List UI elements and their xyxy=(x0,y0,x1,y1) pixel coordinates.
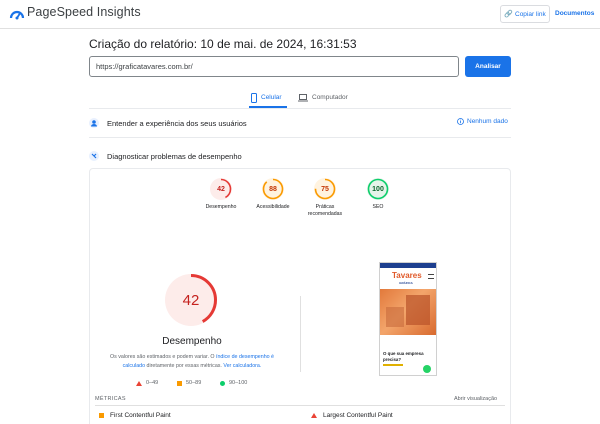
legend-poor-label: 0–49 xyxy=(146,380,159,386)
performance-title: Desempenho xyxy=(162,336,222,347)
whatsapp-icon xyxy=(423,365,431,373)
preview-top-strip xyxy=(380,263,436,268)
average-square-icon xyxy=(99,413,104,418)
users-experience-icon xyxy=(89,118,99,128)
score-value: 88 xyxy=(269,185,277,193)
app-title[interactable]: PageSpeed Insights xyxy=(27,5,141,19)
preview-hero-image xyxy=(380,289,436,335)
hamburger-menu-icon xyxy=(428,274,434,279)
copy-link-label: Copiar link xyxy=(515,10,546,18)
score-ring: 88 xyxy=(262,178,284,200)
url-input[interactable]: https://graficatavares.com.br/ xyxy=(89,56,459,77)
experience-section-header: Entender a experiência dos seus usuários xyxy=(89,114,511,132)
score-gauge-best-practices[interactable]: 75 Práticas recomendadas xyxy=(300,178,350,218)
score-ring: 100 xyxy=(367,178,389,200)
no-data-label: Nenhum dado xyxy=(467,118,508,125)
vertical-divider xyxy=(300,296,301,372)
preview-heading: O que sua empresa precisa? xyxy=(383,351,424,362)
score-gauge-seo[interactable]: 100 SEO xyxy=(353,178,403,211)
top-bar: PageSpeed Insights 🔗 Copiar link Documen… xyxy=(0,0,600,29)
metric-lcp-label: Largest Contentful Paint xyxy=(323,412,393,419)
copy-link-button[interactable]: 🔗 Copiar link xyxy=(500,5,550,23)
preview-accent-bar xyxy=(383,364,403,366)
legend-average: 50–89 xyxy=(177,380,201,386)
docs-link[interactable]: Documentos xyxy=(555,10,594,17)
average-square-icon xyxy=(177,380,182,386)
metric-fcp: First Contentful Paint xyxy=(99,412,171,419)
poor-triangle-icon xyxy=(311,413,317,418)
good-circle-icon xyxy=(220,380,225,386)
score-gauge-accessibility[interactable]: 88 Acessibilidade xyxy=(248,178,298,211)
performance-score: 42 xyxy=(182,291,200,309)
performance-gauge: 42 xyxy=(163,272,219,328)
preview-hero-shape xyxy=(406,295,430,325)
tab-mobile-label: Celular xyxy=(261,94,282,101)
score-gauge-performance[interactable]: 42 Desempenho xyxy=(196,178,246,211)
metric-fcp-label: First Contentful Paint xyxy=(110,412,171,419)
score-value: 75 xyxy=(321,185,329,193)
tab-desktop-label: Computador xyxy=(312,94,348,101)
expand-view-link[interactable]: Abrir visualização xyxy=(454,396,497,402)
score-label: Acessibilidade xyxy=(256,204,290,210)
section-divider xyxy=(89,137,511,138)
metrics-divider xyxy=(95,405,505,406)
experience-section-title: Entender a experiência dos seus usuários xyxy=(107,118,247,128)
performance-description: Os valores são estimados e podem variar.… xyxy=(106,353,278,370)
calculator-link[interactable]: Ver calculadora. xyxy=(223,363,261,369)
poor-triangle-icon xyxy=(136,380,142,386)
preview-logo-sub: GRÁFICA xyxy=(399,281,413,285)
desc-middle: diretamente por essas métricas. xyxy=(145,362,224,369)
tab-mobile[interactable]: Celular xyxy=(251,89,282,106)
link-icon: 🔗 xyxy=(504,11,513,18)
analyze-button[interactable]: Analisar xyxy=(465,56,511,77)
report-title: Criação do relatório: 10 de mai. de 2024… xyxy=(89,37,357,51)
tabs-divider xyxy=(89,108,511,109)
laptop-icon xyxy=(298,93,308,101)
metric-lcp: Largest Contentful Paint xyxy=(311,412,393,419)
score-value: 100 xyxy=(372,185,384,193)
no-data-indicator[interactable]: Nenhum dado xyxy=(457,118,508,125)
legend-average-label: 50–89 xyxy=(186,380,202,386)
tab-desktop[interactable]: Computador xyxy=(298,89,348,106)
desc-prefix: Os valores são estimados e podem variar.… xyxy=(110,354,216,360)
legend-good-label: 90–100 xyxy=(229,380,248,386)
metrics-label: MÉTRICAS xyxy=(95,396,126,402)
legend-poor: 0–49 xyxy=(136,380,158,386)
diagnose-section-header: Diagnosticar problemas de desempenho xyxy=(89,147,511,165)
score-value: 42 xyxy=(217,185,225,193)
mobile-screenshot-preview: Tavares GRÁFICA O que sua empresa precis… xyxy=(379,262,437,376)
score-label: Práticas recomendadas xyxy=(307,204,343,217)
preview-logo-text: Tavares xyxy=(392,271,422,280)
score-label: SEO xyxy=(372,204,384,210)
score-ring: 42 xyxy=(210,178,232,200)
preview-logo: Tavares GRÁFICA xyxy=(392,271,422,287)
phone-icon xyxy=(251,92,257,103)
url-input-value: https://graficatavares.com.br/ xyxy=(96,62,193,71)
score-label: Desempenho xyxy=(205,204,237,210)
diagnose-icon xyxy=(89,151,99,161)
info-icon xyxy=(457,118,464,125)
score-ring: 75 xyxy=(314,178,336,200)
legend-good: 90–100 xyxy=(220,380,247,386)
diagnose-section-title: Diagnosticar problemas de desempenho xyxy=(107,151,242,161)
pagespeed-logo-icon xyxy=(9,10,25,20)
preview-hero-shape-2 xyxy=(386,307,404,327)
